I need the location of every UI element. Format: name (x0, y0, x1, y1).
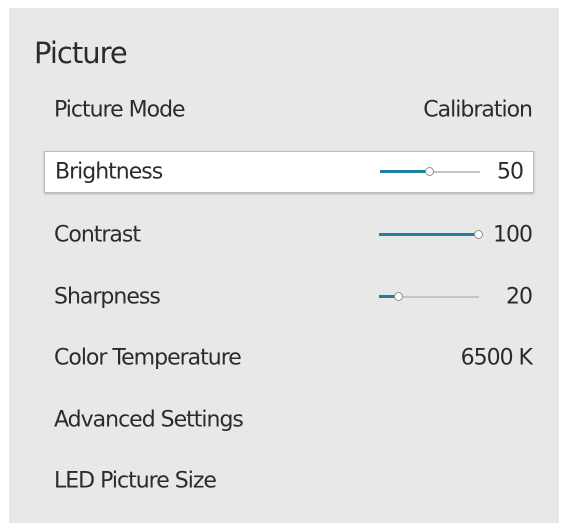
menu-item-label: Sharpness (54, 284, 161, 310)
menu-item-advanced-settings[interactable]: Advanced Settings (44, 399, 534, 441)
picture-mode-value: Calibration (423, 97, 533, 123)
menu-item-brightness[interactable]: Brightness 50 (44, 151, 534, 193)
menu-item-sharpness[interactable]: Sharpness 20 (44, 276, 534, 318)
color-temperature-value: 6500 K (460, 345, 533, 371)
menu-item-picture-mode[interactable]: Picture Mode Calibration (44, 89, 534, 131)
menu-item-label: Contrast (54, 222, 141, 248)
slider-knob[interactable] (474, 230, 483, 239)
slider-fill (380, 170, 430, 173)
sharpness-value: 20 (506, 284, 533, 310)
menu-item-contrast[interactable]: Contrast 100 (44, 214, 534, 256)
menu-item-label: Advanced Settings (54, 407, 244, 433)
slider-knob[interactable] (394, 292, 403, 301)
menu-item-label: LED Picture Size (54, 468, 217, 494)
sharpness-slider[interactable] (379, 291, 479, 303)
picture-settings-panel: Picture Picture Mode Calibration Brightn… (9, 8, 559, 523)
menu-item-label: Picture Mode (54, 97, 186, 123)
contrast-value: 100 (493, 222, 533, 248)
menu-item-color-temperature[interactable]: Color Temperature 6500 K (44, 337, 534, 379)
menu-item-label: Brightness (55, 159, 163, 185)
menu-item-led-picture-size[interactable]: LED Picture Size (44, 460, 534, 502)
menu-item-label: Color Temperature (54, 345, 242, 371)
contrast-slider[interactable] (379, 229, 483, 241)
brightness-slider[interactable] (380, 166, 480, 178)
slider-fill (379, 233, 479, 236)
slider-knob[interactable] (425, 167, 434, 176)
panel-title: Picture (34, 36, 128, 70)
brightness-value: 50 (497, 159, 524, 185)
